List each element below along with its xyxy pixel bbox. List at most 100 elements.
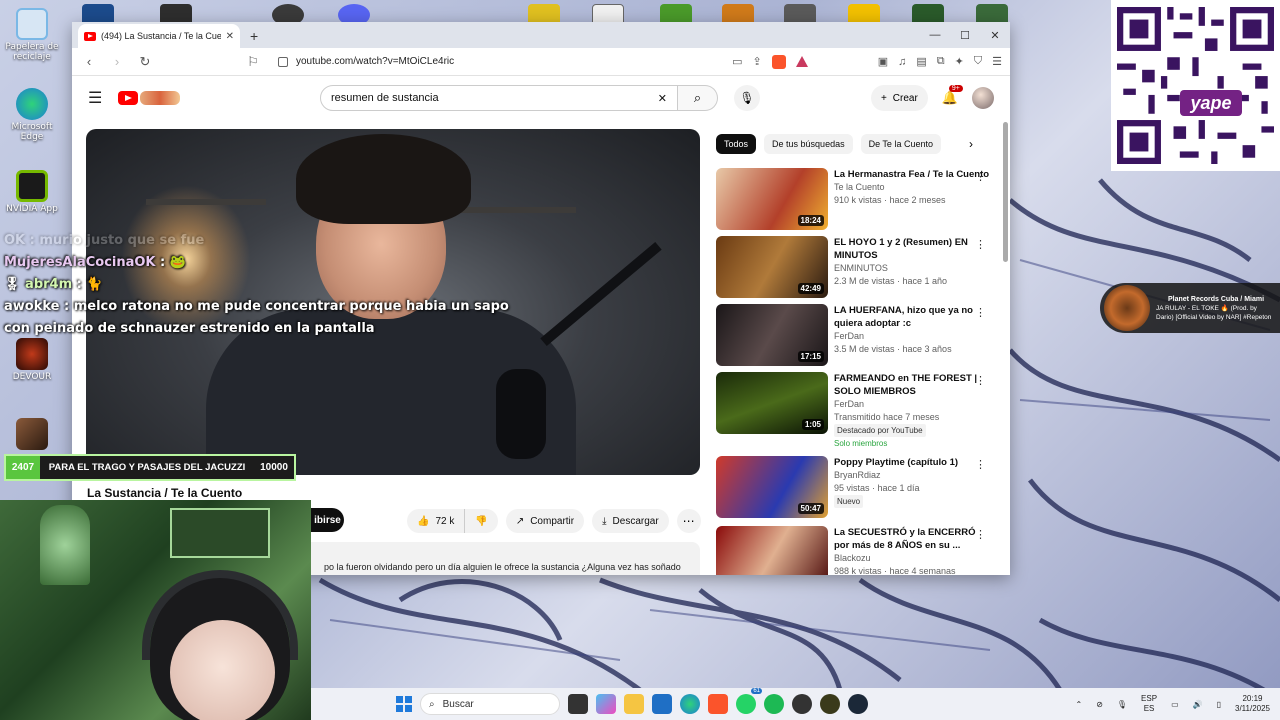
chip-de-te-la-cuento[interactable]: De Te la Cuento [860,134,941,154]
menu-icon[interactable]: ☰ [992,55,1002,68]
forward-icon[interactable]: › [108,54,126,69]
desktop-icon-recycle-bin[interactable]: Papelera de reciclaje [0,8,64,62]
obs-taskbar-icon[interactable] [792,694,812,714]
video-thumbnail[interactable]: 18:24 [716,168,828,230]
battery-icon[interactable]: ▯ [1217,700,1221,709]
rec-channel[interactable]: BryanRdiaz [834,469,992,482]
cast-icon[interactable]: ▭ [732,55,742,68]
spotify-icon[interactable] [764,694,784,714]
edge-taskbar-icon[interactable] [680,694,700,714]
rec-title[interactable]: La SECUESTRÓ y la ENCERRÓ por más de 8 A… [834,526,992,552]
rec-channel[interactable]: FerDan [834,398,992,411]
volume-icon[interactable]: 🔊 [1193,700,1203,709]
create-button[interactable]: + Crear [870,85,928,111]
app-taskbar-icon[interactable] [820,694,840,714]
desktop-icon-edge[interactable]: Microsoft Edge [0,88,64,142]
account-avatar[interactable] [972,87,994,109]
brave-rewards-icon[interactable] [795,56,808,67]
minimize-button[interactable]: — [920,22,950,48]
extensions-icon[interactable]: ⧉ [937,55,945,68]
desktop-icon-game[interactable] [0,418,64,452]
youtube-doodle[interactable] [140,91,180,105]
rec-menu-icon[interactable]: ⋮ [975,458,986,471]
whatsapp-icon[interactable]: 61 [736,688,762,714]
video-thumbnail[interactable]: 1:05 [716,372,828,434]
recommendation-item[interactable]: 1:05 FARMEANDO en THE FOREST | SOLO MIEM… [716,372,992,450]
chip-todos[interactable]: Todos [716,134,757,154]
url-field[interactable]: youtube.com/watch?v=MtOiCLe4ric [272,51,722,73]
guide-menu-icon[interactable]: ☰ [88,88,102,108]
like-button[interactable]: 👍 72 k [407,509,466,533]
recommendation-item[interactable]: La SECUESTRÓ y la ENCERRÓ por más de 8 A… [716,526,992,575]
bookmark-icon[interactable]: ⚐ [244,54,262,70]
rec-menu-icon[interactable]: ⋮ [975,306,986,319]
chip-de-tus-busquedas[interactable]: De tus búsquedas [764,134,853,154]
language-indicator[interactable]: ESP ES [1141,694,1157,714]
recommendation-item[interactable]: 18:24 La Hermanastra Fea / Te la Cuento … [716,168,992,230]
rec-menu-icon[interactable]: ⋮ [975,374,986,387]
rec-title[interactable]: Poppy Playtime (capítulo 1) [834,456,992,469]
clock[interactable]: 20:19 3/11/2025 [1235,694,1270,714]
brave-shields-icon[interactable] [771,54,786,69]
more-actions-button[interactable]: ⋯ [676,509,701,533]
copilot-icon[interactable] [596,694,616,714]
rec-channel[interactable]: Te la Cuento [834,181,992,194]
display-icon[interactable]: ▭ [1171,700,1179,709]
rec-menu-icon[interactable]: ⋮ [975,170,986,183]
rec-channel[interactable]: ENMINUTOS [834,262,992,275]
rec-title[interactable]: La Hermanastra Fea / Te la Cuento [834,168,992,181]
new-tab-button[interactable]: + [250,28,258,44]
store-icon[interactable] [652,694,672,714]
video-thumbnail[interactable] [716,526,828,575]
reading-list-icon[interactable]: ▤ [916,55,926,68]
search-input[interactable]: resumen de sustancia ✕ [320,85,678,111]
share-icon[interactable]: ⇪ [753,55,762,68]
brave-taskbar-icon[interactable] [708,694,728,714]
reload-icon[interactable]: ↻ [136,54,154,70]
network-off-icon[interactable]: ⊘ [1096,700,1103,709]
rec-title[interactable]: EL HOYO 1 y 2 (Resumen) EN MINUTOS [834,236,992,262]
site-info-icon[interactable] [278,56,288,67]
recommendation-item[interactable]: 17:15 LA HUERFANA, hizo que ya no quiera… [716,304,992,366]
media-icon[interactable]: ♫ [898,56,906,68]
video-thumbnail[interactable]: 50:47 [716,456,828,518]
vpn-icon[interactable]: ⛉ [974,55,982,68]
tab-youtube[interactable]: (494) La Sustancia / Te la Cuento ✕ [78,24,240,48]
youtube-logo-icon[interactable] [118,91,138,105]
voice-search-button[interactable]: 🎙 [734,85,760,111]
steam-icon[interactable] [848,694,868,714]
rec-channel[interactable]: Blackozu [834,552,992,565]
chevron-up-icon[interactable]: ⌃ [1075,700,1082,709]
clear-search-icon[interactable]: ✕ [658,92,667,105]
video-thumbnail[interactable]: 42:49 [716,236,828,298]
recommendation-item[interactable]: 50:47 Poppy Playtime (capítulo 1) BryanR… [716,456,992,520]
dislike-button[interactable]: 👎 [465,509,498,533]
leo-ai-icon[interactable]: ✦ [955,55,964,68]
close-tab-icon[interactable]: ✕ [226,31,234,42]
rec-title[interactable]: LA HUERFANA, hizo que ya no quiera adopt… [834,304,992,330]
start-button-icon[interactable] [396,696,412,712]
search-button[interactable]: ⌕ [678,85,718,111]
chevron-right-icon[interactable]: › [969,137,973,151]
download-button[interactable]: ⤓ Descargar [592,509,669,533]
close-window-button[interactable]: ✕ [980,22,1010,48]
sidebar-toggle-icon[interactable]: ▣ [878,55,888,68]
rec-menu-icon[interactable]: ⋮ [975,528,986,541]
rec-menu-icon[interactable]: ⋮ [975,238,986,251]
file-explorer-icon[interactable] [624,694,644,714]
share-button[interactable]: ↗ Compartir [505,509,585,533]
scrollbar[interactable] [1003,122,1008,262]
recommendation-item[interactable]: 42:49 EL HOYO 1 y 2 (Resumen) EN MINUTOS… [716,236,992,298]
subscribe-button[interactable]: ibirse [311,508,344,532]
rec-channel[interactable]: FerDan [834,330,992,343]
maximize-button[interactable]: ☐ [950,22,980,48]
desktop-icon-nvidia[interactable]: NVIDIA App [0,170,64,214]
notifications-button[interactable]: 🔔 9+ [942,85,963,106]
microphone-tray-icon[interactable]: 🎙 [1117,700,1127,709]
back-icon[interactable]: ‹ [80,54,98,69]
task-view-icon[interactable] [568,694,588,714]
desktop-icon-devour[interactable]: DEVOUR [0,338,64,382]
taskbar-search[interactable]: ⌕ Buscar [420,693,560,715]
rec-title[interactable]: FARMEANDO en THE FOREST | SOLO MIEMBROS [834,372,992,398]
video-thumbnail[interactable]: 17:15 [716,304,828,366]
